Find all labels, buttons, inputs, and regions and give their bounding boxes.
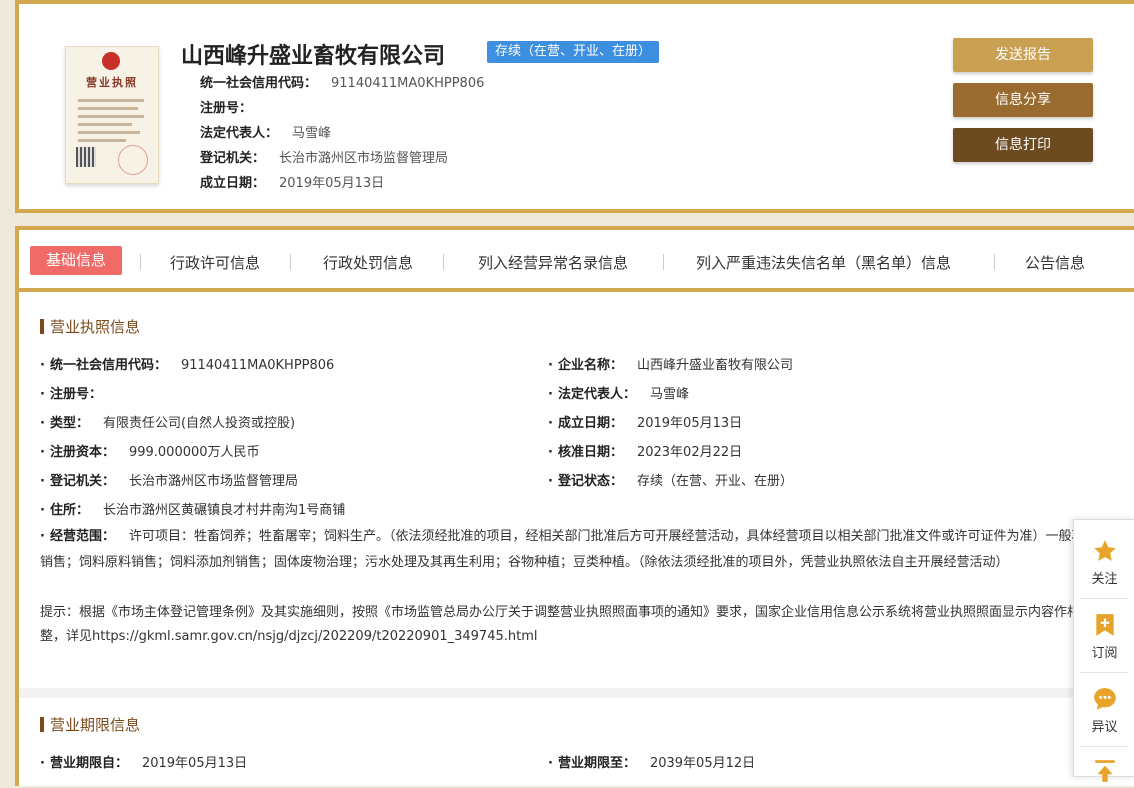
subscribe-button[interactable]: 订阅 xyxy=(1074,612,1134,661)
field-reg-authority: 登记机关：长治市潞州区市场监督管理局 xyxy=(40,470,298,489)
chat-bubble-icon xyxy=(1093,688,1116,710)
subscribe-label: 订阅 xyxy=(1091,646,1118,661)
header-reg-number: 注册号： xyxy=(200,101,253,116)
license-section-title: 营业执照信息 xyxy=(40,316,140,337)
tab-admin-penalty[interactable]: 行政处罚信息 xyxy=(323,252,413,273)
field-credit-code: 统一社会信用代码：91140411MA0KHPP806 xyxy=(40,354,334,373)
back-to-top-button[interactable] xyxy=(1074,758,1134,788)
company-header-card: 营业执照 山西峰升盛业畜牧有限公司 存续（在营、开业、在册） 统一社会信用代码：… xyxy=(15,0,1134,213)
print-info-button[interactable]: 信息打印 xyxy=(953,128,1093,162)
header-reg-authority: 登记机关： 长治市潞州区市场监督管理局 xyxy=(200,151,449,166)
field-legal-rep: 法定代表人：马雪峰 xyxy=(548,383,689,402)
tab-bar: 基础信息 行政许可信息 行政处罚信息 列入经营异常名录信息 列入严重违法失信名单… xyxy=(19,230,1134,292)
national-emblem-icon xyxy=(102,52,120,70)
qr-code-icon xyxy=(76,147,96,167)
license-title: 营业执照 xyxy=(86,76,138,89)
field-term-from: 营业期限自：2019年05月13日 xyxy=(40,752,247,771)
header-established-date: 成立日期： 2019年05月13日 xyxy=(200,176,385,191)
tab-blacklist[interactable]: 列入严重违法失信名单（黑名单）信息 xyxy=(696,252,951,273)
bookmark-plus-icon xyxy=(1095,614,1114,636)
tab-admin-license[interactable]: 行政许可信息 xyxy=(170,252,260,273)
field-established-date: 成立日期：2019年05月13日 xyxy=(548,412,742,431)
tab-announcements[interactable]: 公告信息 xyxy=(1025,252,1085,273)
field-address: 住所：长治市潞州区黄碾镇良才村井南沟1号商铺 xyxy=(40,499,345,518)
field-business-scope: 经营范围：许可项目：牲畜饲养；牲畜屠宰；饲料生产。（依法须经批准的项目，经相关部… xyxy=(40,524,1134,576)
tab-basic-info[interactable]: 基础信息 xyxy=(30,246,123,275)
field-company-name: 企业名称：山西峰升盛业畜牧有限公司 xyxy=(548,354,793,373)
status-badge: 存续（在营、开业、在册） xyxy=(487,41,660,63)
term-section-title: 营业期限信息 xyxy=(40,714,140,735)
section-divider xyxy=(19,688,1134,698)
field-registered-capital: 注册资本：999.000000万人民币 xyxy=(40,441,260,460)
company-name: 山西峰升盛业畜牧有限公司 xyxy=(181,44,446,69)
header-credit-code: 统一社会信用代码： 91140411MA0KHPP806 xyxy=(200,76,485,91)
notice-tip: 提示：根据《市场主体登记管理条例》及其实施细则，按照《市场监管总局办公厅关于调整… xyxy=(40,605,1107,644)
field-company-type: 类型：有限责任公司(自然人投资或控股) xyxy=(40,412,295,431)
follow-button[interactable]: 关注 xyxy=(1074,538,1134,587)
header-legal-rep: 法定代表人： 马雪峰 xyxy=(200,126,332,141)
field-approval-date: 核准日期：2023年02月22日 xyxy=(548,441,742,460)
field-term-to: 营业期限至：2039年05月12日 xyxy=(548,752,755,771)
tab-abnormal-list[interactable]: 列入经营异常名录信息 xyxy=(478,252,628,273)
main-panel: 基础信息 行政许可信息 行政处罚信息 列入经营异常名录信息 列入严重违法失信名单… xyxy=(15,226,1134,786)
field-reg-number: 注册号： xyxy=(40,383,116,402)
share-info-button[interactable]: 信息分享 xyxy=(953,83,1093,117)
follow-label: 关注 xyxy=(1091,572,1118,587)
business-license-thumbnail[interactable]: 营业执照 xyxy=(65,46,159,184)
star-icon xyxy=(1093,540,1116,561)
up-arrow-icon xyxy=(1094,760,1115,782)
objection-label: 异议 xyxy=(1091,720,1118,735)
seal-icon xyxy=(118,145,148,175)
send-report-button[interactable]: 发送报告 xyxy=(953,38,1093,72)
side-toolbar: 关注 订阅 异议 xyxy=(1073,519,1134,782)
objection-button[interactable]: 异议 xyxy=(1074,686,1134,735)
field-reg-status: 登记状态：存续（在营、开业、在册） xyxy=(548,470,793,489)
